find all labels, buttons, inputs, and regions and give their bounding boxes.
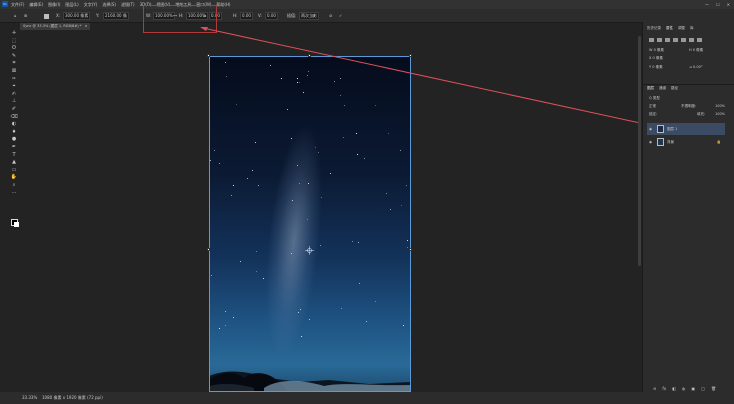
distribute-icon[interactable] [697,38,702,42]
prop-angle[interactable]: ⊿ 0.00° [689,65,703,70]
opacity-label: 不透明度: [681,104,697,108]
lock-label: 锁定: [649,112,658,116]
prop-w[interactable]: W 0 像素 [649,48,664,53]
layers-action-button[interactable]: ▣ [691,386,695,391]
layer-row-background[interactable]: ◉ 背景 🔒 [647,136,725,148]
document-info[interactable]: 1080 像素 x 1920 像素 (72 ppi) [42,392,103,404]
fill-label: 填充: [697,112,706,116]
layers-action-button[interactable]: 🗑 [711,386,716,391]
layers-panel: 图层 通道 路径 Q 类型 正常 不透明度: 100% 锁定: 填充: 100% ◉… [643,84,734,393]
panel-tab[interactable]: 库 [690,25,694,32]
panel-tab[interactable]: 调整 [678,25,685,32]
layer-thumbnail [657,125,664,133]
status-bar: 33.33% 1080 像素 x 1920 像素 (72 ppi) [0,392,734,404]
properties-tabs: 历史记录 属性 调整库 [647,25,694,32]
prop-x[interactable]: X 0 像素 [649,56,663,61]
layers-panel-tab[interactable]: 路径 [671,85,678,92]
layer-thumbnail [657,138,664,146]
layers-panel-tab[interactable]: 图层 [647,85,654,92]
layers-action-button[interactable]: ⊖ [653,386,656,391]
align-bottom-icon[interactable] [689,38,694,42]
prop-h[interactable]: H 0 像素 [689,48,703,53]
eye-icon[interactable]: ◉ [649,136,652,148]
align-buttons-row [649,38,702,42]
prop-y[interactable]: Y 0 像素 [649,65,663,70]
layer-row-1[interactable]: ◉ 图层 1 [647,123,725,135]
eye-icon[interactable]: ◉ [649,123,652,135]
panel-tab[interactable]: 属性 [666,25,673,32]
align-center-icon[interactable] [657,38,662,42]
panel-tab[interactable]: 历史记录 [647,25,661,32]
right-panel: 历史记录 属性 调整库 W 0 像素 H 0 像素 X 0 像素 Y 0 像素 ⊿ … [642,22,734,392]
vertical-scrollbar[interactable] [638,36,641,266]
layer-name[interactable]: 图层 1 [667,123,677,135]
lock-icon[interactable]: 🔒 [717,136,721,148]
layers-tabs: 图层 通道 路径 [647,85,678,92]
fill-value[interactable]: 100% [715,112,725,117]
align-right-icon[interactable] [665,38,670,42]
layer-filter-search[interactable]: Q 类型 [649,96,660,101]
layers-action-button[interactable]: ◍ [682,386,686,391]
layers-action-button[interactable]: ◧ [672,386,676,391]
align-left-icon[interactable] [649,38,654,42]
align-middle-icon[interactable] [681,38,686,42]
layers-bottom-buttons: ⊖ fx ◧ ◍ ▣ ▢ 🗑 [653,386,716,391]
align-top-icon[interactable] [673,38,678,42]
annotation-arrow-icon [200,27,641,124]
zoom-level[interactable]: 33.33% [22,392,37,404]
layers-action-button[interactable]: fx [662,386,666,391]
opacity-value[interactable]: 100% [715,104,725,109]
layers-action-button[interactable]: ▢ [701,386,705,391]
blend-mode-select[interactable]: 正常 [649,104,656,109]
layer-name[interactable]: 背景 [667,136,674,148]
layers-panel-tab[interactable]: 通道 [659,85,666,92]
